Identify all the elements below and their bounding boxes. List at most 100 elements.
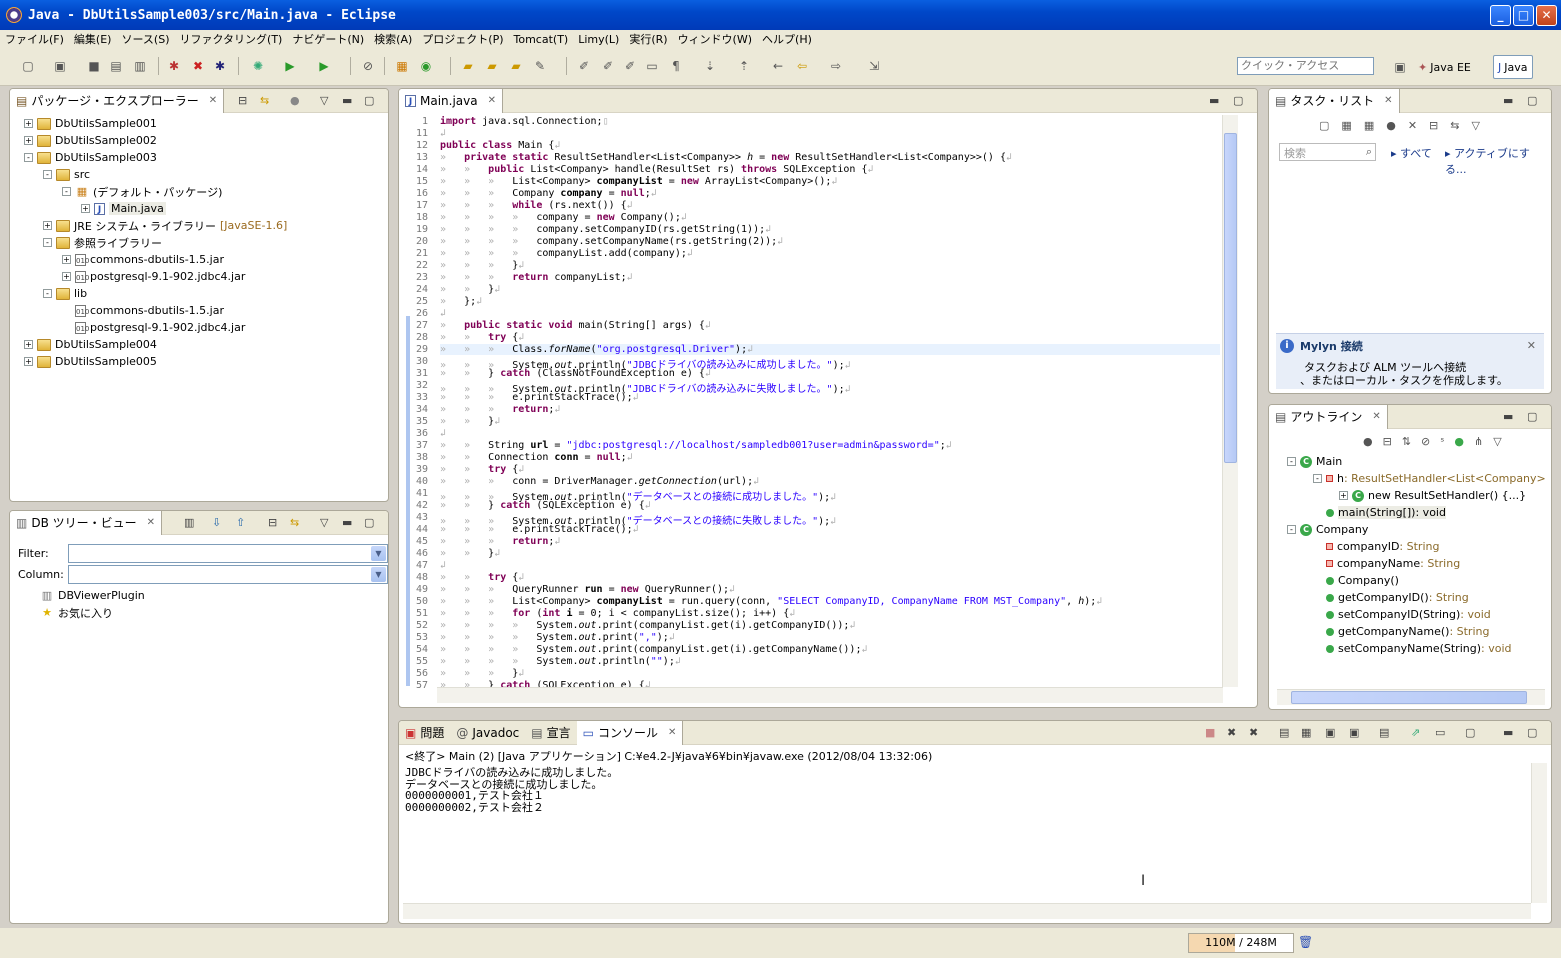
hide-local-types-icon[interactable]: ⋔ — [1474, 435, 1483, 448]
new-icon[interactable]: ▢ — [20, 58, 36, 74]
menu-item[interactable]: ソース(S) — [116, 31, 174, 47]
code-line[interactable]: ↲ — [440, 560, 446, 571]
stop-server-icon[interactable]: ✖ — [190, 58, 206, 74]
editor-hscroll[interactable] — [437, 687, 1223, 703]
outline-item[interactable]: - C Company — [1287, 521, 1368, 538]
scroll-lock-icon[interactable]: ▦ — [1301, 726, 1311, 739]
code-line[interactable]: import java.sql.Connection;▯ — [440, 116, 609, 127]
focus-icon[interactable]: ● — [1363, 435, 1373, 448]
expand-icon[interactable]: + — [43, 221, 52, 230]
code-line[interactable]: » » » while (rs.next()) {↲ — [440, 200, 633, 211]
restart-server-icon[interactable]: ✱ — [212, 58, 228, 74]
server-icon[interactable]: ✱ — [166, 58, 182, 74]
search-icon[interactable]: ✎ — [532, 58, 548, 74]
code-line[interactable]: ↲ — [440, 128, 446, 139]
db-tree-item[interactable]: ▥ DBViewerPlugin — [40, 587, 145, 604]
expand-icon[interactable]: + — [24, 136, 33, 145]
collapse-icon[interactable]: - — [62, 187, 71, 196]
tab-task-list[interactable]: ▤ タスク・リスト ✕ — [1269, 89, 1400, 113]
code-line[interactable]: » » String url = "jdbc:postgresql://loca… — [440, 440, 952, 451]
forward-icon[interactable]: ⇨ — [828, 58, 844, 74]
code-line[interactable]: » » Connection conn = null;↲ — [440, 452, 633, 463]
tab-db-tree[interactable]: ▥ DB ツリー・ビュー ✕ — [10, 511, 163, 535]
code-line[interactable]: » » » » company.setCompanyID(rs.getStrin… — [440, 224, 771, 235]
view-menu-icon[interactable]: ▽ — [1471, 119, 1479, 132]
code-line[interactable]: » » » » System.out.print(",");↲ — [440, 632, 675, 643]
collapse-icon[interactable]: - — [1287, 525, 1296, 534]
outline-item[interactable]: getCompanyID() : String — [1313, 589, 1469, 606]
code-line[interactable]: » » » » System.out.print(companyList.get… — [440, 644, 868, 655]
debug-icon[interactable]: ✺ — [250, 58, 266, 74]
menu-item[interactable]: ファイル(F) — [0, 31, 69, 47]
print-icon[interactable]: ▥ — [132, 58, 148, 74]
view-menu-icon[interactable]: ▽ — [320, 516, 328, 529]
collapse-all-icon[interactable]: ⊟ — [1383, 435, 1392, 448]
close-view-icon[interactable]: ✕ — [1384, 95, 1392, 106]
tree-item[interactable]: + J Main.java — [81, 200, 166, 217]
toggle-breadcrumb-icon[interactable]: ✐ — [622, 58, 638, 74]
code-line[interactable]: public class Main {↲ — [440, 140, 560, 151]
scroll-thumb[interactable] — [1224, 133, 1237, 463]
show-whitespace-icon[interactable]: ¶ — [668, 58, 684, 74]
code-line[interactable]: » » » QueryRunner run = new QueryRunner(… — [440, 584, 735, 595]
sort-icon[interactable]: ⇅ — [1402, 435, 1411, 448]
export-icon[interactable]: ⇧ — [236, 516, 245, 529]
tab-outline[interactable]: ▤ アウトライン ✕ — [1269, 405, 1388, 429]
code-line[interactable]: » » public List<Company> handle(ResultSe… — [440, 164, 874, 175]
maximize-view-icon[interactable]: ▢ — [364, 94, 374, 107]
menu-item[interactable]: 実行(R) — [624, 31, 672, 47]
maximize-view-icon[interactable]: ▢ — [1527, 410, 1537, 423]
tree-item[interactable]: + DbUtilsSample001 — [24, 115, 157, 132]
code-line[interactable]: » » » return;↲ — [440, 536, 560, 547]
menu-item[interactable]: ウィンドウ(W) — [673, 31, 757, 47]
maximize-view-icon[interactable]: ▢ — [364, 516, 374, 529]
new-java-package-icon[interactable]: ▦ — [394, 58, 410, 74]
skip-breakpoints-icon[interactable]: ⊘ — [360, 58, 376, 74]
code-line[interactable]: » » » }↲ — [440, 260, 524, 271]
tree-item[interactable]: - 参照ライブラリー — [43, 234, 162, 251]
minimize-button[interactable]: _ — [1490, 5, 1511, 26]
menu-item[interactable]: Tomcat(T) — [509, 33, 574, 46]
pin-editor-icon[interactable]: ⇲ — [866, 58, 882, 74]
collapse-icon[interactable]: - — [24, 153, 33, 162]
column-combo[interactable]: ▼ — [68, 565, 388, 584]
outline-item[interactable]: Company() — [1313, 572, 1399, 589]
menu-item[interactable]: プロジェクト(P) — [417, 31, 508, 47]
collapse-icon[interactable]: - — [43, 170, 52, 179]
expand-icon[interactable]: + — [24, 340, 33, 349]
collapse-icon[interactable]: - — [43, 238, 52, 247]
code-line[interactable]: » » » List<Company> companyList = new Ar… — [440, 176, 837, 187]
expand-icon[interactable]: + — [62, 255, 71, 264]
tree-item[interactable]: +010postgresql-9.1-902.jdbc4.jar — [62, 319, 245, 336]
show-stderr-icon[interactable]: ▣ — [1349, 726, 1359, 739]
expand-icon[interactable]: + — [62, 272, 71, 281]
collapse-all-icon[interactable]: ⊟ — [268, 516, 277, 529]
code-line[interactable]: ↲ — [440, 308, 446, 319]
tab-problems[interactable]: ▣ 問題 — [399, 721, 450, 745]
hide-fields-icon[interactable]: ⊘ — [1421, 435, 1430, 448]
tab-package-explorer[interactable]: ▤ パッケージ・エクスプローラー ✕ — [10, 89, 225, 113]
code-line[interactable]: » » » conn = DriverManager.getConnection… — [440, 476, 759, 487]
database-icon[interactable]: ▥ — [184, 516, 194, 529]
menu-item[interactable]: リファクタリング(T) — [174, 31, 287, 47]
code-line[interactable]: » » }↲ — [440, 548, 500, 559]
expand-icon[interactable]: + — [1339, 491, 1348, 500]
expand-icon[interactable]: + — [24, 119, 33, 128]
tree-item[interactable]: - src — [43, 166, 90, 183]
link-icon[interactable]: ⇆ — [290, 516, 299, 529]
code-line[interactable]: ↲ — [440, 428, 446, 439]
focus-icon[interactable]: ● — [1386, 119, 1396, 132]
code-line[interactable]: » » » » System.out.print(companyList.get… — [440, 620, 855, 631]
code-line[interactable]: » » » Class.forName("org.postgresql.Driv… — [440, 344, 1220, 355]
hide-nonpublic-icon[interactable]: ● — [1454, 435, 1464, 448]
show-stdout-icon[interactable]: ▣ — [1325, 726, 1335, 739]
code-line[interactable]: » » » for (int i = 0; i < companyList.si… — [440, 608, 795, 619]
tree-item[interactable]: +010commons-dbutils-1.5.jar — [62, 302, 224, 319]
tree-item[interactable]: + JRE システム・ライブラリー [JavaSE-1.6] — [43, 217, 287, 234]
display-console-icon[interactable]: ⇗ — [1411, 726, 1420, 739]
minimize-view-icon[interactable]: ▬ — [1503, 726, 1513, 739]
expand-icon[interactable]: + — [24, 357, 33, 366]
save-all-icon[interactable]: ▤ — [108, 58, 124, 74]
toggle-mark-icon[interactable]: ✐ — [576, 58, 592, 74]
outline-item[interactable]: + Cnew ResultSetHandler() {...} — [1339, 487, 1526, 504]
